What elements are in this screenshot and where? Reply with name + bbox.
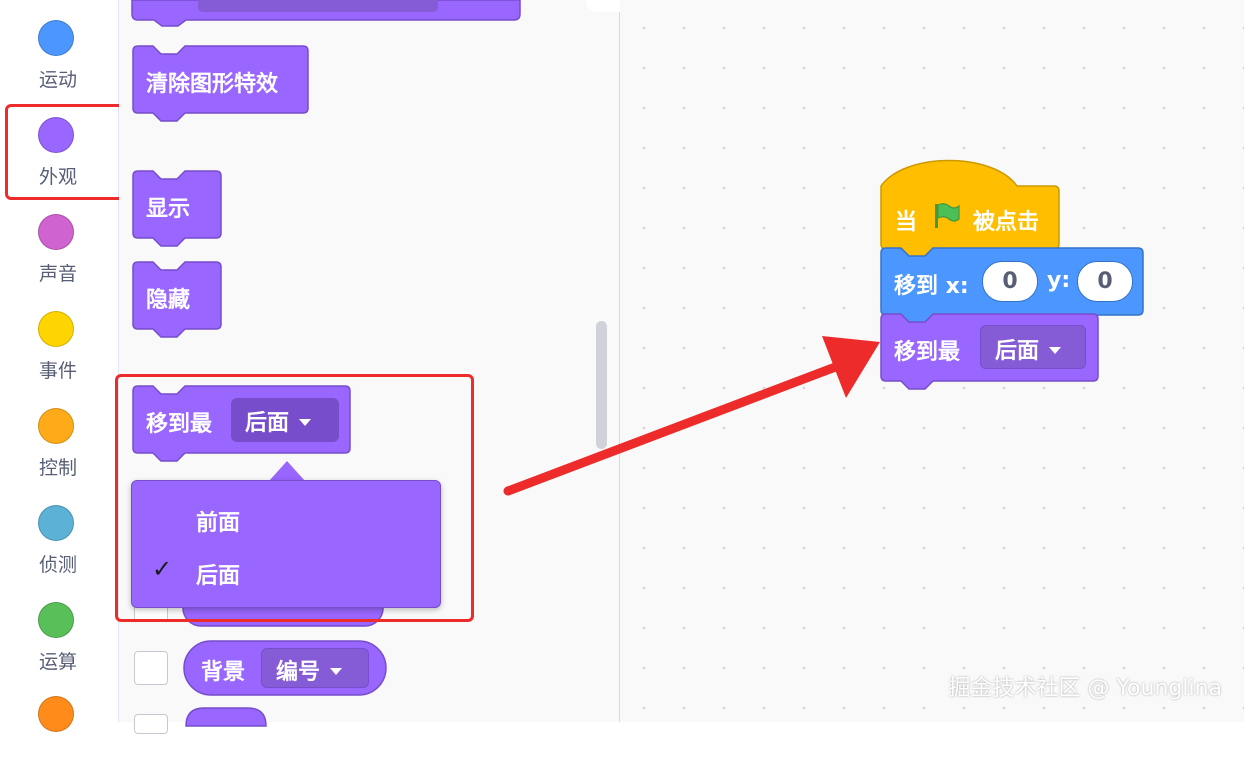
watermark: 掘金技术社区 @ Younglina	[948, 676, 1222, 701]
annotation-arrow	[503, 336, 880, 496]
